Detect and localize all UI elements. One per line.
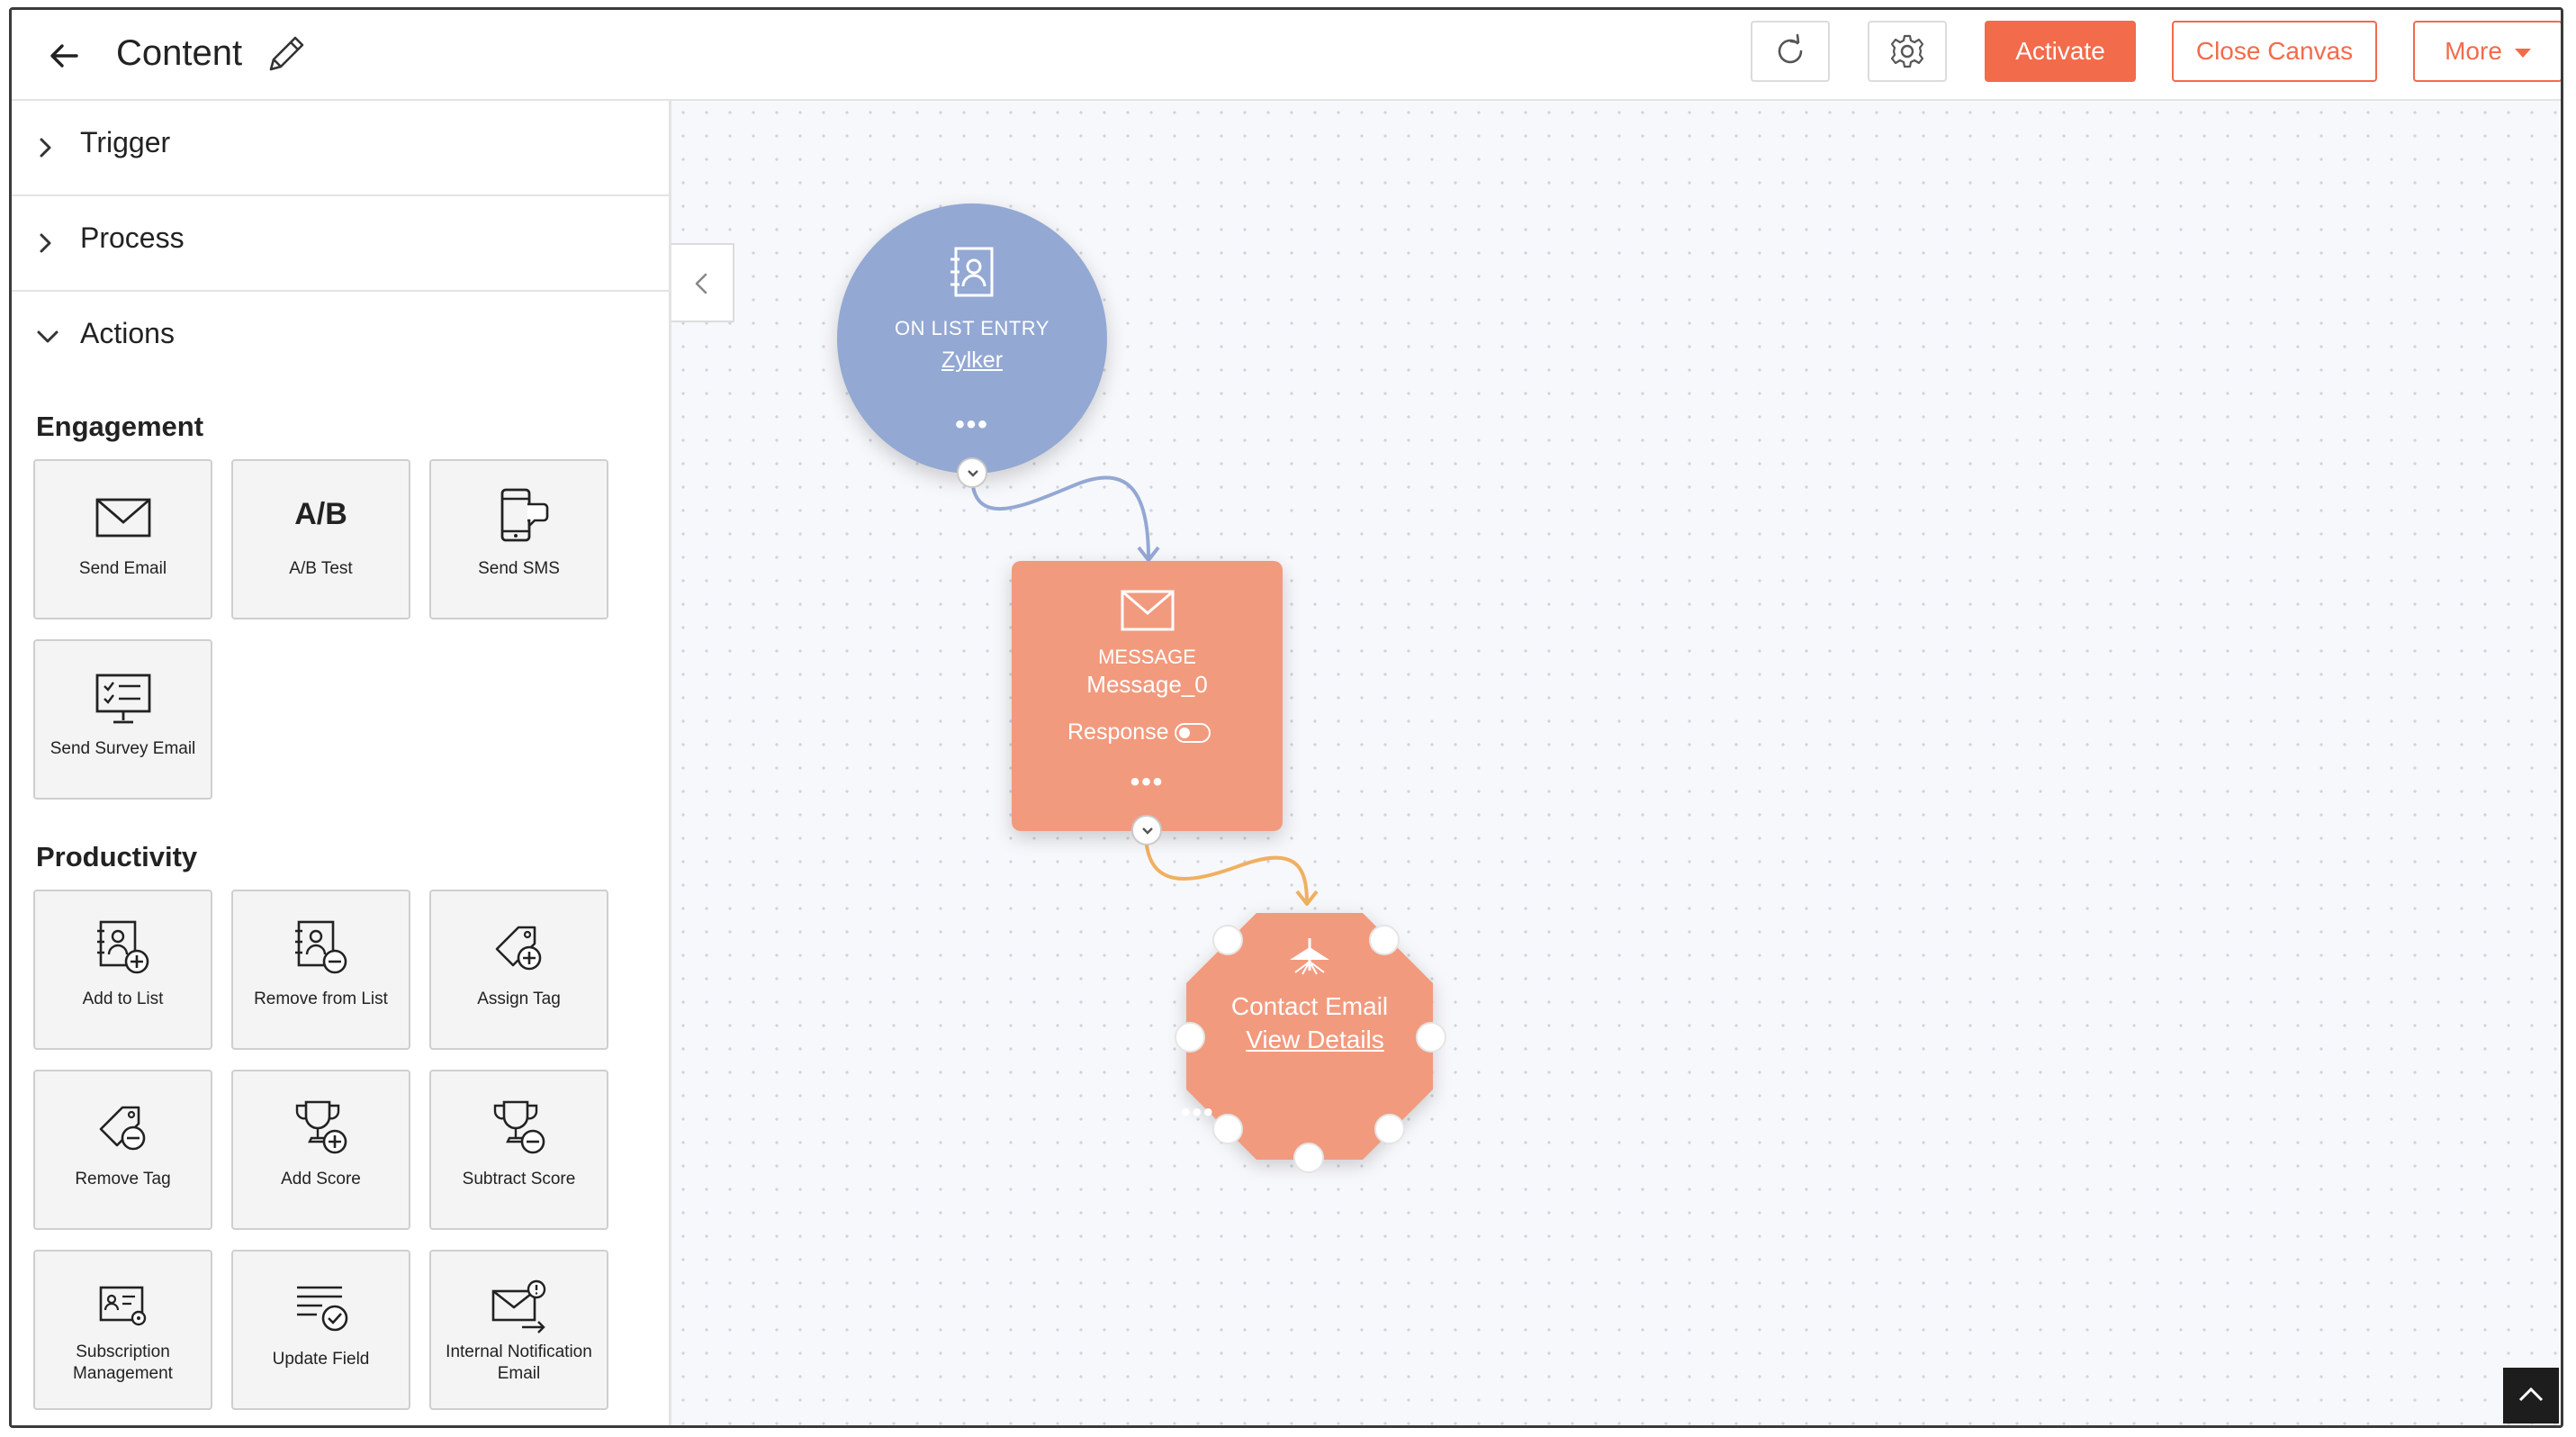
chevron-left-icon <box>695 273 707 294</box>
node-menu-dots[interactable]: ••• <box>1012 769 1283 796</box>
list-add-icon <box>96 920 149 974</box>
chevron-up-icon <box>2518 1387 2544 1402</box>
tile-label: Add Score <box>281 1170 361 1188</box>
arrow-left-icon <box>50 44 78 68</box>
chevron-down-icon <box>1142 827 1153 835</box>
tile-label: Subscription Management <box>73 1342 173 1383</box>
more-dropdown[interactable]: More <box>2413 21 2561 82</box>
chevron-right-icon <box>40 138 51 158</box>
connection-ports[interactable] <box>1175 908 1446 1173</box>
app-window: Content Activate Close Canvas More Trigg… <box>9 7 2563 1428</box>
message-name: Message_0 <box>1086 671 1208 698</box>
tag-remove-icon <box>99 1106 145 1151</box>
chevron-down-icon <box>37 330 59 343</box>
section-label: Actions <box>80 317 175 349</box>
trophy-add-icon <box>295 1100 347 1154</box>
tile-label: Add to List <box>82 990 164 1008</box>
gear-icon <box>1890 34 1924 68</box>
components-sidebar: Trigger Process Actions Engagement Send … <box>12 101 671 1425</box>
edit-title-button[interactable] <box>262 30 311 78</box>
tile-assign-tag[interactable]: Assign Tag <box>429 890 608 1050</box>
refresh-icon <box>1778 33 1803 64</box>
section-trigger[interactable]: Trigger <box>12 101 669 196</box>
tile-update-field[interactable]: Update Field <box>231 1250 410 1410</box>
node-menu-dots[interactable]: ••• <box>837 411 1107 438</box>
tile-label: Remove from List <box>254 990 388 1008</box>
response-row: Response <box>1067 719 1211 746</box>
tile-label: Send SMS <box>478 559 560 578</box>
update-field-icon <box>296 1286 347 1332</box>
tile-label: Internal Notification Email <box>446 1342 592 1383</box>
response-label: Response <box>1067 719 1169 745</box>
message-node[interactable]: MESSAGE Message_0 Response ••• <box>1012 561 1283 845</box>
subscription-card-icon <box>99 1286 146 1326</box>
refresh-button[interactable] <box>1751 21 1830 82</box>
node-expand-toggle[interactable] <box>1131 815 1162 845</box>
section-label: Trigger <box>80 126 171 158</box>
tile-ab-test[interactable]: A/B A/B Test <box>231 459 410 619</box>
close-canvas-button[interactable]: Close Canvas <box>2172 21 2377 82</box>
more-label: More <box>2445 37 2502 65</box>
tile-send-email[interactable]: Send Email <box>33 459 212 619</box>
tile-subtract-score[interactable]: Subtract Score <box>429 1070 608 1230</box>
top-bar: Content Activate Close Canvas More <box>12 10 2561 101</box>
response-toggle[interactable] <box>1174 722 1211 743</box>
section-label: Process <box>80 221 185 254</box>
pencil-icon <box>269 36 304 71</box>
engagement-heading: Engagement <box>36 411 204 442</box>
tag-add-icon <box>495 926 541 971</box>
workflow-canvas[interactable]: ON LIST ENTRY Zylker ••• MESSAGE Message… <box>671 101 2561 1425</box>
activate-button[interactable]: Activate <box>1985 21 2136 82</box>
ab-test-icon: A/B <box>294 497 347 531</box>
scroll-to-top-button[interactable] <box>2503 1368 2559 1423</box>
notification-email-icon <box>491 1279 545 1333</box>
phone-chat-icon <box>500 488 548 542</box>
envelope-icon <box>95 498 150 538</box>
tile-label: Assign Tag <box>477 990 561 1008</box>
page-title: Content <box>116 33 243 73</box>
tile-remove-tag[interactable]: Remove Tag <box>33 1070 212 1230</box>
node-type-label: ON LIST ENTRY <box>895 317 1049 339</box>
tile-label: Update Field <box>272 1350 370 1369</box>
tile-label: Remove Tag <box>75 1170 171 1188</box>
collapse-sidebar-button[interactable] <box>671 243 734 322</box>
tile-label: Send Email <box>78 559 167 578</box>
tile-add-to-list[interactable]: Add to List <box>33 890 212 1050</box>
tile-internal-notification-email[interactable]: Internal Notification Email <box>429 1250 608 1410</box>
goal-node-contact-email[interactable]: Contact Email View Details ••• <box>1175 908 1446 1173</box>
contact-list-icon <box>950 247 994 297</box>
tile-remove-from-list[interactable]: Remove from List <box>231 890 410 1050</box>
node-expand-toggle[interactable] <box>957 457 987 488</box>
trigger-node-list-entry[interactable]: ON LIST ENTRY Zylker ••• <box>837 203 1107 488</box>
tile-label: A/B Test <box>289 559 353 578</box>
tile-label: Send Survey Email <box>50 739 196 758</box>
chevron-right-icon <box>40 233 51 253</box>
chevron-down-icon <box>968 470 978 477</box>
tile-send-survey-email[interactable]: Send Survey Email <box>33 639 212 800</box>
tile-subscription-management[interactable]: Subscription Management <box>33 1250 212 1410</box>
survey-monitor-icon <box>95 673 150 724</box>
node-type-label: MESSAGE <box>1098 646 1196 668</box>
list-remove-icon <box>294 920 347 974</box>
tile-send-sms[interactable]: Send SMS <box>429 459 608 619</box>
section-process[interactable]: Process <box>12 196 669 292</box>
trophy-remove-icon <box>493 1100 545 1154</box>
list-name-link[interactable]: Zylker <box>837 348 1107 374</box>
tile-add-score[interactable]: Add Score <box>231 1070 410 1230</box>
back-button[interactable] <box>42 33 87 78</box>
productivity-heading: Productivity <box>36 841 198 872</box>
caret-down-icon <box>2514 49 2531 58</box>
tile-label: Subtract Score <box>462 1170 576 1188</box>
settings-button[interactable] <box>1868 21 1947 82</box>
section-actions[interactable]: Actions <box>12 292 669 387</box>
envelope-icon <box>1121 590 1175 631</box>
